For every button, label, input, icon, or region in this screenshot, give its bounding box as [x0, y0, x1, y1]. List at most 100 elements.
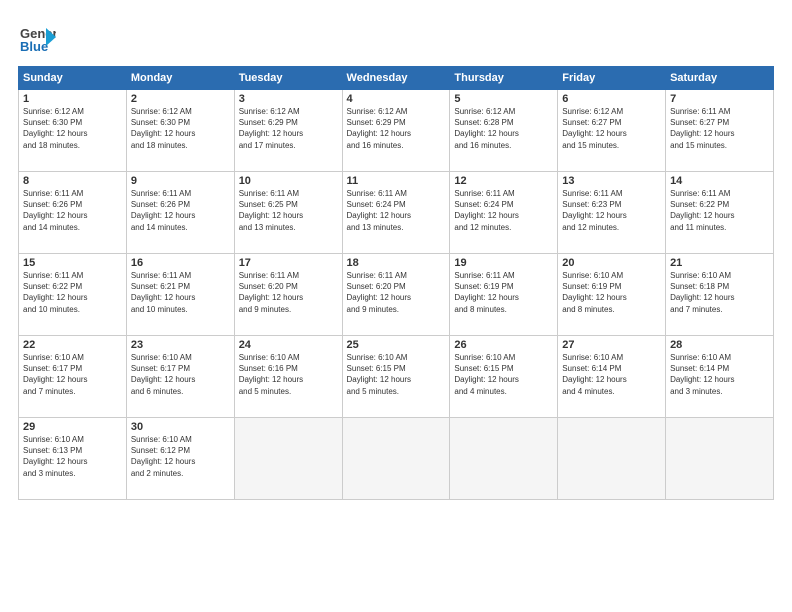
day-number: 12 [454, 175, 553, 187]
calendar-cell [558, 418, 666, 500]
day-number: 27 [562, 339, 661, 351]
day-number: 14 [670, 175, 769, 187]
calendar-cell: 19Sunrise: 6:11 AM Sunset: 6:19 PM Dayli… [450, 254, 558, 336]
calendar-cell: 24Sunrise: 6:10 AM Sunset: 6:16 PM Dayli… [234, 336, 342, 418]
weekday-header: Thursday [450, 67, 558, 90]
calendar-cell: 3Sunrise: 6:12 AM Sunset: 6:29 PM Daylig… [234, 90, 342, 172]
calendar-cell: 22Sunrise: 6:10 AM Sunset: 6:17 PM Dayli… [19, 336, 127, 418]
day-info: Sunrise: 6:10 AM Sunset: 6:14 PM Dayligh… [670, 352, 769, 397]
day-info: Sunrise: 6:10 AM Sunset: 6:19 PM Dayligh… [562, 270, 661, 315]
day-info: Sunrise: 6:11 AM Sunset: 6:23 PM Dayligh… [562, 188, 661, 233]
calendar-cell: 11Sunrise: 6:11 AM Sunset: 6:24 PM Dayli… [342, 172, 450, 254]
day-number: 1 [23, 93, 122, 105]
day-number: 2 [131, 93, 230, 105]
day-info: Sunrise: 6:10 AM Sunset: 6:17 PM Dayligh… [131, 352, 230, 397]
calendar-cell: 25Sunrise: 6:10 AM Sunset: 6:15 PM Dayli… [342, 336, 450, 418]
weekday-header: Sunday [19, 67, 127, 90]
calendar-cell: 18Sunrise: 6:11 AM Sunset: 6:20 PM Dayli… [342, 254, 450, 336]
calendar-cell [666, 418, 774, 500]
day-number: 25 [347, 339, 446, 351]
day-number: 3 [239, 93, 338, 105]
day-info: Sunrise: 6:10 AM Sunset: 6:16 PM Dayligh… [239, 352, 338, 397]
calendar-cell: 13Sunrise: 6:11 AM Sunset: 6:23 PM Dayli… [558, 172, 666, 254]
day-number: 13 [562, 175, 661, 187]
calendar-cell: 20Sunrise: 6:10 AM Sunset: 6:19 PM Dayli… [558, 254, 666, 336]
calendar-cell: 29Sunrise: 6:10 AM Sunset: 6:13 PM Dayli… [19, 418, 127, 500]
day-info: Sunrise: 6:10 AM Sunset: 6:17 PM Dayligh… [23, 352, 122, 397]
calendar-cell: 28Sunrise: 6:10 AM Sunset: 6:14 PM Dayli… [666, 336, 774, 418]
day-number: 22 [23, 339, 122, 351]
day-number: 16 [131, 257, 230, 269]
day-number: 29 [23, 421, 122, 433]
day-info: Sunrise: 6:12 AM Sunset: 6:30 PM Dayligh… [131, 106, 230, 151]
day-info: Sunrise: 6:10 AM Sunset: 6:18 PM Dayligh… [670, 270, 769, 315]
day-number: 7 [670, 93, 769, 105]
day-number: 11 [347, 175, 446, 187]
day-number: 15 [23, 257, 122, 269]
day-number: 9 [131, 175, 230, 187]
day-number: 23 [131, 339, 230, 351]
day-number: 30 [131, 421, 230, 433]
day-number: 18 [347, 257, 446, 269]
day-info: Sunrise: 6:11 AM Sunset: 6:20 PM Dayligh… [239, 270, 338, 315]
calendar-cell: 7Sunrise: 6:11 AM Sunset: 6:27 PM Daylig… [666, 90, 774, 172]
day-number: 6 [562, 93, 661, 105]
day-info: Sunrise: 6:11 AM Sunset: 6:19 PM Dayligh… [454, 270, 553, 315]
day-number: 17 [239, 257, 338, 269]
calendar-week-row: 8Sunrise: 6:11 AM Sunset: 6:26 PM Daylig… [19, 172, 774, 254]
calendar-week-row: 29Sunrise: 6:10 AM Sunset: 6:13 PM Dayli… [19, 418, 774, 500]
day-info: Sunrise: 6:11 AM Sunset: 6:25 PM Dayligh… [239, 188, 338, 233]
day-info: Sunrise: 6:12 AM Sunset: 6:29 PM Dayligh… [239, 106, 338, 151]
svg-text:Blue: Blue [20, 39, 48, 54]
calendar-cell: 27Sunrise: 6:10 AM Sunset: 6:14 PM Dayli… [558, 336, 666, 418]
weekday-header: Saturday [666, 67, 774, 90]
day-info: Sunrise: 6:11 AM Sunset: 6:21 PM Dayligh… [131, 270, 230, 315]
calendar-week-row: 15Sunrise: 6:11 AM Sunset: 6:22 PM Dayli… [19, 254, 774, 336]
page: General Blue SundayMondayTuesdayWednesda… [0, 0, 792, 612]
calendar-cell [342, 418, 450, 500]
day-info: Sunrise: 6:12 AM Sunset: 6:29 PM Dayligh… [347, 106, 446, 151]
calendar-cell [234, 418, 342, 500]
logo-icon: General Blue [18, 18, 56, 56]
day-info: Sunrise: 6:10 AM Sunset: 6:15 PM Dayligh… [347, 352, 446, 397]
day-info: Sunrise: 6:10 AM Sunset: 6:15 PM Dayligh… [454, 352, 553, 397]
weekday-header-row: SundayMondayTuesdayWednesdayThursdayFrid… [19, 67, 774, 90]
calendar-cell: 9Sunrise: 6:11 AM Sunset: 6:26 PM Daylig… [126, 172, 234, 254]
day-number: 21 [670, 257, 769, 269]
day-info: Sunrise: 6:10 AM Sunset: 6:12 PM Dayligh… [131, 434, 230, 479]
weekday-header: Monday [126, 67, 234, 90]
day-info: Sunrise: 6:12 AM Sunset: 6:30 PM Dayligh… [23, 106, 122, 151]
calendar-week-row: 1Sunrise: 6:12 AM Sunset: 6:30 PM Daylig… [19, 90, 774, 172]
day-info: Sunrise: 6:10 AM Sunset: 6:14 PM Dayligh… [562, 352, 661, 397]
calendar-cell: 12Sunrise: 6:11 AM Sunset: 6:24 PM Dayli… [450, 172, 558, 254]
calendar-cell: 10Sunrise: 6:11 AM Sunset: 6:25 PM Dayli… [234, 172, 342, 254]
day-number: 20 [562, 257, 661, 269]
day-info: Sunrise: 6:11 AM Sunset: 6:26 PM Dayligh… [131, 188, 230, 233]
day-info: Sunrise: 6:11 AM Sunset: 6:24 PM Dayligh… [347, 188, 446, 233]
day-info: Sunrise: 6:11 AM Sunset: 6:27 PM Dayligh… [670, 106, 769, 151]
logo: General Blue [18, 18, 56, 56]
day-number: 4 [347, 93, 446, 105]
calendar-cell: 16Sunrise: 6:11 AM Sunset: 6:21 PM Dayli… [126, 254, 234, 336]
calendar-cell: 6Sunrise: 6:12 AM Sunset: 6:27 PM Daylig… [558, 90, 666, 172]
calendar-cell [450, 418, 558, 500]
calendar-cell: 14Sunrise: 6:11 AM Sunset: 6:22 PM Dayli… [666, 172, 774, 254]
calendar-table: SundayMondayTuesdayWednesdayThursdayFrid… [18, 66, 774, 500]
day-number: 10 [239, 175, 338, 187]
calendar-cell: 21Sunrise: 6:10 AM Sunset: 6:18 PM Dayli… [666, 254, 774, 336]
day-number: 24 [239, 339, 338, 351]
calendar-week-row: 22Sunrise: 6:10 AM Sunset: 6:17 PM Dayli… [19, 336, 774, 418]
day-info: Sunrise: 6:11 AM Sunset: 6:26 PM Dayligh… [23, 188, 122, 233]
header: General Blue [18, 18, 774, 56]
day-info: Sunrise: 6:12 AM Sunset: 6:27 PM Dayligh… [562, 106, 661, 151]
weekday-header: Friday [558, 67, 666, 90]
day-number: 28 [670, 339, 769, 351]
day-number: 8 [23, 175, 122, 187]
weekday-header: Tuesday [234, 67, 342, 90]
calendar-cell: 26Sunrise: 6:10 AM Sunset: 6:15 PM Dayli… [450, 336, 558, 418]
calendar-cell: 17Sunrise: 6:11 AM Sunset: 6:20 PM Dayli… [234, 254, 342, 336]
calendar-cell: 1Sunrise: 6:12 AM Sunset: 6:30 PM Daylig… [19, 90, 127, 172]
day-info: Sunrise: 6:10 AM Sunset: 6:13 PM Dayligh… [23, 434, 122, 479]
calendar-cell: 8Sunrise: 6:11 AM Sunset: 6:26 PM Daylig… [19, 172, 127, 254]
calendar-cell: 15Sunrise: 6:11 AM Sunset: 6:22 PM Dayli… [19, 254, 127, 336]
